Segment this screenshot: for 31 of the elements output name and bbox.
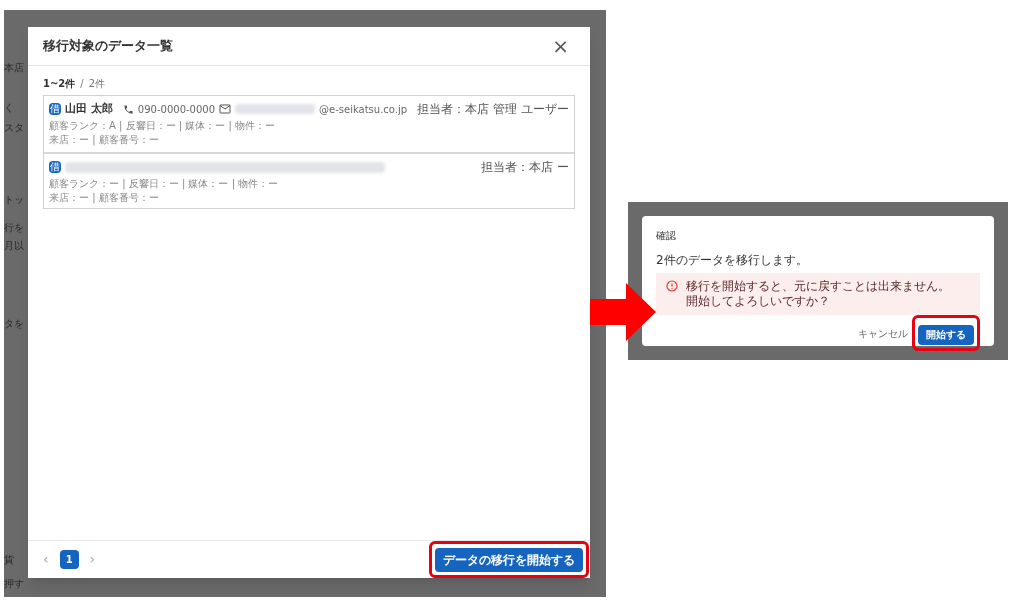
right-arrow-icon xyxy=(590,283,656,341)
dialog-title: 確認 xyxy=(656,229,677,243)
record-row[interactable]: 借 山田 太郎 090-0000-0000 @e-seikatsu.co.jp 担当者：本店 管理 ユーザー 顧客ランク：A | 反響日：ー | 媒体：ー | 物件：ー 来店：ー | 顧客番号：ー xyxy=(44,96,574,152)
customer-details: 来店：ー | 顧客番号：ー xyxy=(49,191,160,205)
category-badge: 借 xyxy=(49,103,61,115)
customer-details: 来店：ー | 顧客番号：ー xyxy=(49,133,160,147)
dialog-title: 移行対象のデータ一覧 xyxy=(43,37,173,56)
confirm-message: 2件のデータを移行します。 xyxy=(656,252,809,269)
record-range: 1~2件 xyxy=(43,77,76,91)
staff-text: 担当者：本店 ー xyxy=(481,159,569,176)
record-row[interactable]: 借 担当者：本店 ー 顧客ランク：ー | 反響日：ー | 媒体：ー | 物件：ー 来店：ー | 顧客番号：ー xyxy=(44,152,574,208)
warning-text: 開始してよろしいですか？ xyxy=(686,294,831,309)
email-domain: @e-seikatsu.co.jp xyxy=(319,102,408,117)
customer-name: 山田 太郎 xyxy=(65,100,113,117)
phone-icon xyxy=(122,103,134,115)
cancel-button[interactable]: キャンセル xyxy=(856,325,910,341)
warning-icon xyxy=(666,280,678,292)
warning-text: 移行を開始すると、元に戻すことは出来ません。 xyxy=(686,279,950,294)
background-text: 本店 xyxy=(4,63,24,73)
close-button[interactable]: × xyxy=(552,36,569,56)
start-migration-button[interactable]: データの移行を開始する xyxy=(435,548,583,572)
phone-number: 090-0000-0000 xyxy=(137,102,216,117)
customer-details: 顧客ランク：ー | 反響日：ー | 媒体：ー | 物件：ー xyxy=(49,177,280,191)
mail-icon xyxy=(219,104,232,114)
customer-details: 顧客ランク：A | 反響日：ー | 媒体：ー | 物件：ー xyxy=(49,119,277,133)
record-total: 2件 xyxy=(88,77,106,91)
separator-text: / xyxy=(80,77,84,91)
category-badge: 借 xyxy=(49,161,61,173)
page-button[interactable]: 1 xyxy=(59,550,79,569)
start-button[interactable]: 開始する xyxy=(918,324,974,345)
staff-text: 担当者：本店 管理 ユーザー xyxy=(417,101,569,118)
